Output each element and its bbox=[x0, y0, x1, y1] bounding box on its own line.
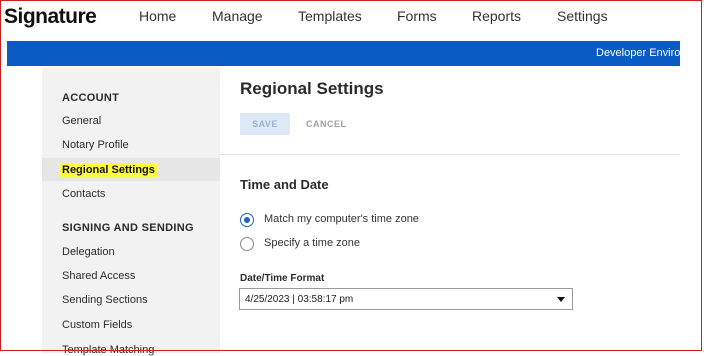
nav-home[interactable]: Home bbox=[139, 8, 176, 24]
radio-button[interactable] bbox=[240, 237, 254, 251]
sidebar-item-delegation[interactable]: Delegation bbox=[62, 246, 115, 258]
sidebar-item-sending-sections[interactable]: Sending Sections bbox=[62, 294, 148, 306]
sidebar-item-notary-profile[interactable]: Notary Profile bbox=[62, 139, 129, 151]
datetime-format-select[interactable]: 4/25/2023 | 03:58:17 pm bbox=[239, 288, 573, 310]
divider bbox=[220, 154, 680, 155]
datetime-format-value: 4/25/2023 | 03:58:17 pm bbox=[245, 294, 354, 305]
radio-label: Specify a time zone bbox=[264, 237, 360, 249]
page-title: Regional Settings bbox=[240, 79, 384, 98]
radio-label: Match my computer's time zone bbox=[264, 213, 419, 225]
cancel-button[interactable]: CANCEL bbox=[300, 113, 353, 135]
chevron-down-icon bbox=[557, 297, 565, 302]
app-logo[interactable]: Signature bbox=[4, 5, 97, 29]
sidebar-item-contacts[interactable]: Contacts bbox=[62, 188, 105, 200]
environment-banner: Developer Environ bbox=[7, 41, 680, 66]
settings-content: Regional Settings SAVE CANCEL Time and D… bbox=[220, 68, 680, 353]
sidebar-item-regional-settings[interactable]: Regional Settings bbox=[60, 163, 157, 177]
radio-button-selected[interactable] bbox=[240, 213, 254, 227]
nav-templates[interactable]: Templates bbox=[298, 8, 362, 24]
timezone-option-specify[interactable]: Specify a time zone bbox=[240, 237, 380, 253]
nav-settings[interactable]: Settings bbox=[557, 8, 608, 24]
timezone-option-match-computer[interactable]: Match my computer's time zone bbox=[240, 213, 440, 229]
sidebar-heading-signing: SIGNING AND SENDING bbox=[62, 222, 194, 234]
sidebar-item-custom-fields[interactable]: Custom Fields bbox=[62, 319, 132, 331]
section-title-time-and-date: Time and Date bbox=[240, 177, 329, 192]
sidebar-item-general[interactable]: General bbox=[62, 115, 101, 127]
nav-reports[interactable]: Reports bbox=[472, 8, 521, 24]
environment-label: Developer Environ bbox=[596, 47, 680, 59]
settings-sidebar: ACCOUNT General Notary Profile Regional … bbox=[42, 68, 220, 356]
sidebar-item-shared-access[interactable]: Shared Access bbox=[62, 270, 135, 282]
sidebar-item-template-matching[interactable]: Template Matching bbox=[62, 344, 154, 356]
save-button[interactable]: SAVE bbox=[240, 113, 290, 135]
top-navigation: Signature Home Manage Templates Forms Re… bbox=[0, 0, 704, 40]
datetime-format-label: Date/Time Format bbox=[240, 273, 325, 284]
nav-forms[interactable]: Forms bbox=[397, 8, 437, 24]
nav-manage[interactable]: Manage bbox=[212, 8, 263, 24]
sidebar-heading-account: ACCOUNT bbox=[62, 92, 120, 104]
